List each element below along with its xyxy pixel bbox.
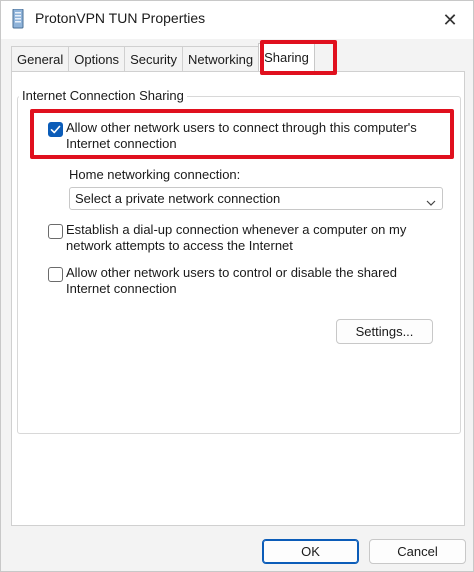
sharing-panel: Internet Connection Sharing Allow other … [11, 71, 465, 526]
allow-connect-label-line1: Allow other network users to connect thr… [66, 120, 417, 135]
tab-strip: General Options Security Networking Shar… [11, 43, 315, 71]
allow-connect-label-line2: Internet connection [66, 136, 177, 151]
home-networking-select-value: Select a private network connection [75, 191, 281, 206]
allow-connect-checkbox[interactable] [48, 122, 63, 137]
chevron-down-icon [426, 195, 436, 210]
tab-sharing[interactable]: Sharing [258, 43, 315, 71]
close-button[interactable]: ✕ [427, 1, 473, 39]
allow-control-checkbox[interactable] [48, 267, 63, 282]
tab-general[interactable]: General [11, 46, 70, 71]
tab-options[interactable]: Options [68, 46, 126, 71]
settings-button[interactable]: Settings... [336, 319, 433, 344]
allow-control-label-line1: Allow other network users to control or … [66, 265, 397, 280]
home-networking-select[interactable]: Select a private network connection [69, 187, 443, 210]
close-icon: ✕ [442, 9, 458, 30]
tab-networking[interactable]: Networking [182, 46, 260, 71]
title-bar: ProtonVPN TUN Properties ✕ [1, 1, 473, 39]
ok-button[interactable]: OK [262, 539, 359, 564]
window-title: ProtonVPN TUN Properties [35, 10, 206, 26]
dialup-label-line2: network attempts to access the Internet [66, 238, 293, 253]
dialup-checkbox[interactable] [48, 224, 63, 239]
dialup-label-line1: Establish a dial-up connection whenever … [66, 222, 407, 237]
home-networking-label: Home networking connection: [69, 167, 241, 182]
cancel-button[interactable]: Cancel [369, 539, 466, 564]
properties-dialog: ProtonVPN TUN Properties ✕ General Optio… [0, 0, 474, 572]
ics-group-label: Internet Connection Sharing [19, 88, 187, 103]
allow-control-label-line2: Internet connection [66, 281, 177, 296]
network-adapter-icon [10, 8, 26, 29]
tab-security[interactable]: Security [124, 46, 184, 71]
checkmark-icon [50, 125, 61, 134]
